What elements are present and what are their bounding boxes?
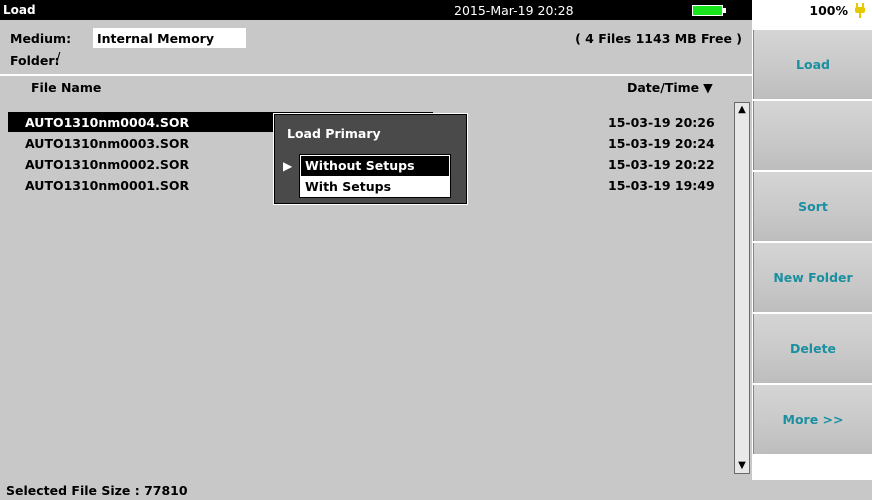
scroll-up-icon[interactable]: ▲ — [735, 103, 749, 117]
medium-field[interactable]: Internal Memory — [93, 28, 246, 48]
popup-options: Without Setups With Setups — [299, 154, 451, 198]
new-folder-button[interactable]: New Folder — [753, 243, 872, 312]
file-name: AUTO1310nm0001.SOR — [25, 178, 190, 193]
blank-softkey[interactable] — [753, 101, 872, 170]
file-date: 15-03-19 20:22 — [608, 157, 715, 172]
file-date: 15-03-19 19:49 — [608, 178, 715, 193]
battery-icon — [692, 5, 726, 16]
file-date: 15-03-19 20:24 — [608, 136, 715, 151]
folder-path: / — [56, 51, 61, 66]
file-name: AUTO1310nm0004.SOR — [25, 115, 190, 130]
medium-label: Medium: — [10, 31, 72, 46]
column-file-name[interactable]: File Name — [31, 80, 101, 95]
popup-body: Load Primary ▶ Without Setups With Setup… — [275, 115, 466, 203]
column-date-time[interactable]: Date/Time ▼ — [627, 80, 713, 95]
sort-button[interactable]: Sort — [753, 172, 872, 241]
option-without-setups[interactable]: Without Setups — [301, 156, 449, 176]
title-bar: Load 2015-Mar-19 20:28 100% — [0, 0, 872, 20]
file-date: 15-03-19 20:26 — [608, 115, 715, 130]
more-button[interactable]: More >> — [753, 385, 872, 454]
clock-datetime: 2015-Mar-19 20:28 — [454, 3, 574, 18]
charge-status: 100% — [752, 0, 872, 20]
file-name: AUTO1310nm0002.SOR — [25, 157, 190, 172]
column-header: File Name Date/Time ▼ — [0, 77, 752, 99]
option-with-setups[interactable]: With Setups — [301, 177, 449, 197]
sort-descending-icon: ▼ — [703, 80, 713, 95]
power-plug-icon — [855, 3, 865, 18]
softkey-panel: Load Sort New Folder Delete More >> — [752, 20, 872, 480]
column-date-label: Date/Time — [627, 80, 700, 95]
scroll-down-icon[interactable]: ▼ — [735, 459, 749, 473]
battery-percent: 100% — [809, 3, 848, 18]
status-bar: Selected File Size : 77810 — [0, 480, 872, 500]
file-count-summary: ( 4 Files 1143 MB Free ) — [575, 31, 742, 46]
load-button[interactable]: Load — [753, 30, 872, 99]
folder-label: Folder: — [10, 53, 60, 68]
file-list-scrollbar[interactable]: ▲ ▼ — [734, 102, 750, 474]
delete-button[interactable]: Delete — [753, 314, 872, 383]
selection-pointer-icon: ▶ — [283, 159, 293, 173]
selected-file-size: Selected File Size : 77810 — [6, 483, 188, 498]
popup-title: Load Primary — [287, 126, 381, 141]
location-info: Medium: Internal Memory Folder: / ( 4 Fi… — [0, 20, 752, 70]
header-divider — [0, 74, 752, 76]
file-name: AUTO1310nm0003.SOR — [25, 136, 190, 151]
window-title: Load — [3, 3, 36, 17]
load-primary-popup: Load Primary ▶ Without Setups With Setup… — [273, 113, 468, 205]
